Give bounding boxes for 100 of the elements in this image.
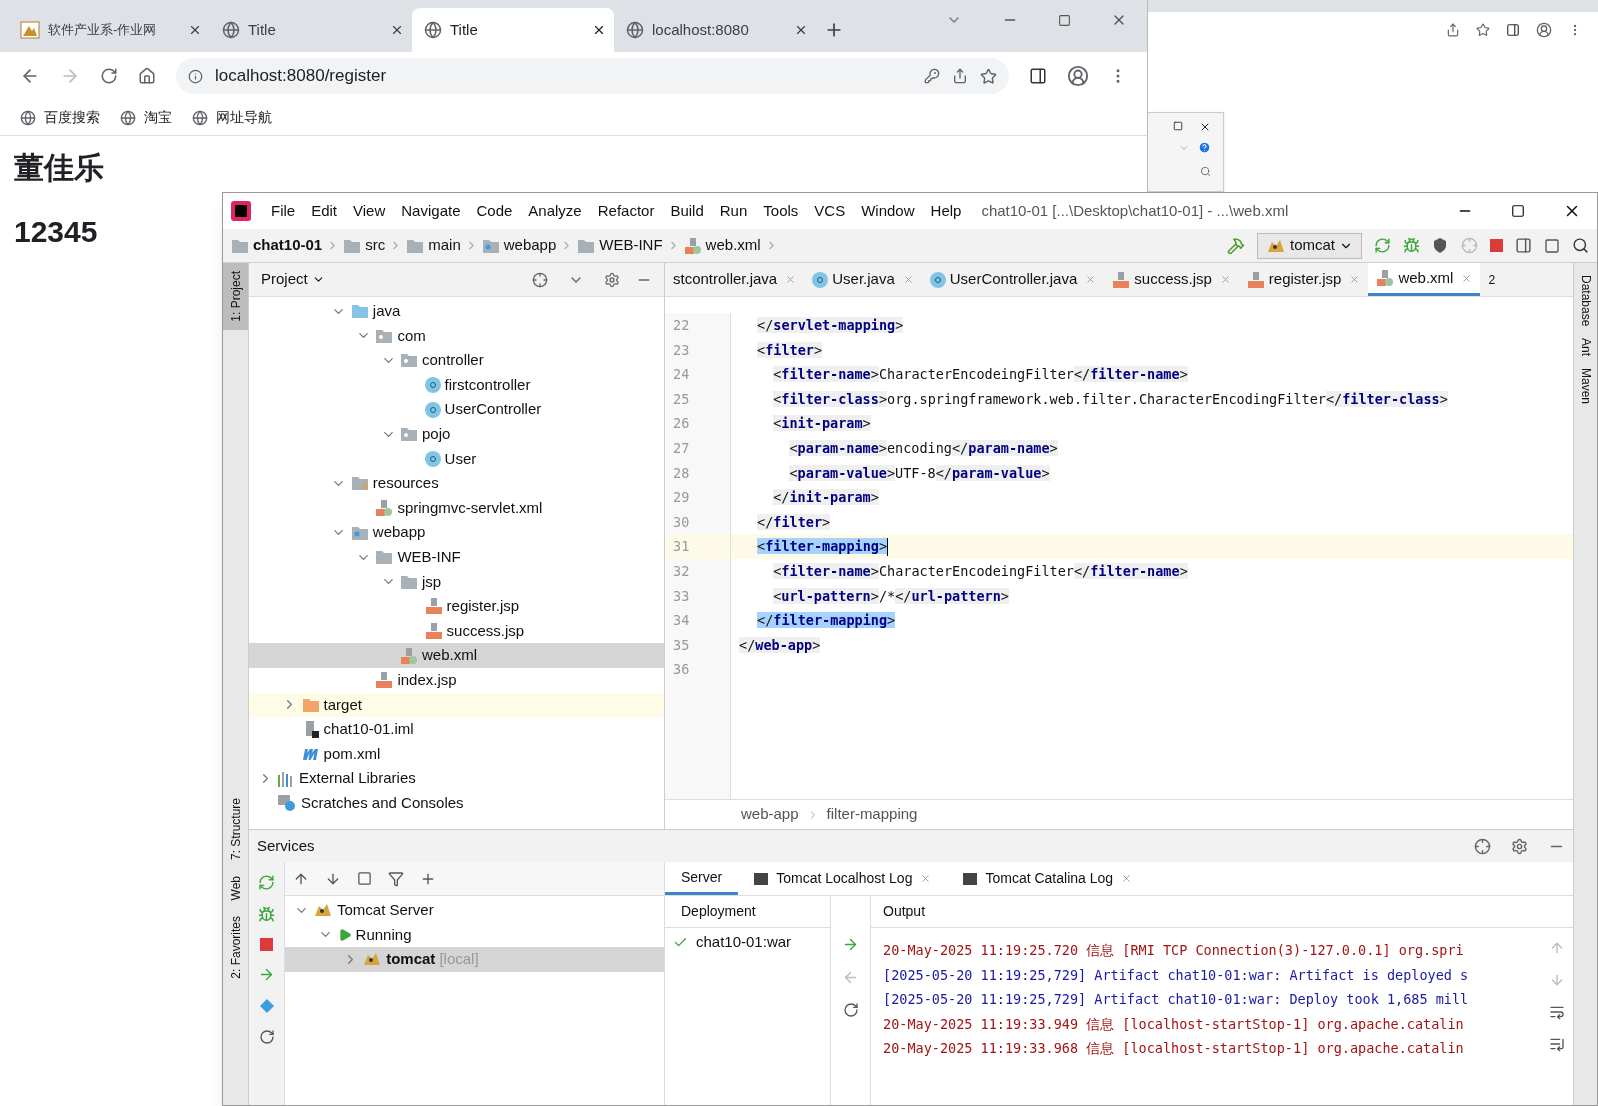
locate-icon[interactable]	[532, 271, 548, 288]
tree-item[interactable]: com	[249, 323, 664, 349]
tree-item[interactable]: pojo	[249, 421, 664, 447]
breadcrumb-item[interactable]: main	[406, 234, 482, 257]
menu-item[interactable]: Navigate	[393, 199, 469, 223]
tree-item[interactable]: success.jsp	[249, 618, 664, 644]
star-icon[interactable]	[980, 67, 997, 85]
close-tab-icon[interactable]	[794, 23, 808, 37]
close-icon[interactable]	[1199, 121, 1211, 133]
breadcrumb-item[interactable]: filter-mapping	[826, 803, 918, 826]
home-icon[interactable]	[138, 67, 156, 85]
scroll-end-icon[interactable]	[1549, 1036, 1565, 1052]
close-tab-icon[interactable]	[592, 23, 606, 37]
breadcrumb-item[interactable]: src	[343, 234, 407, 257]
settings-icon[interactable]	[604, 271, 620, 288]
bookmark-link[interactable]: 淘宝	[120, 107, 172, 128]
tree-item[interactable]: External Libraries	[249, 766, 664, 791]
reload-icon[interactable]	[100, 67, 118, 85]
log-tab[interactable]: Tomcat Catalina Log	[947, 862, 1149, 895]
tree-item[interactable]: chat10-01.iml	[249, 717, 664, 742]
tree-item[interactable]: pom.xml	[249, 741, 664, 767]
tool-window-button[interactable]: Web	[223, 867, 248, 909]
tree-item[interactable]: jsp	[249, 569, 664, 595]
tool-window-button[interactable]: 2: Favorites	[223, 908, 248, 987]
browser-tab[interactable]: localhost:8080	[614, 8, 816, 52]
tool-window-button[interactable]: Maven	[1576, 368, 1595, 405]
menu-item[interactable]: Window	[853, 199, 923, 223]
deployment-item[interactable]: chat10-01:war	[665, 928, 830, 956]
menu-item[interactable]: View	[345, 199, 394, 223]
project-structure-icon[interactable]	[1515, 237, 1532, 254]
tree-item[interactable]: web.xml	[249, 643, 664, 668]
side-panel-icon[interactable]	[1506, 23, 1520, 37]
panel-title[interactable]: Project	[261, 268, 325, 291]
menu-item[interactable]: Build	[662, 199, 712, 223]
tree-item[interactable]: resources	[249, 471, 664, 496]
shield-icon[interactable]	[1432, 237, 1449, 254]
tree-item[interactable]: register.jsp	[249, 594, 664, 619]
search-icon[interactable]	[1572, 237, 1589, 254]
rerun-icon[interactable]	[258, 874, 275, 891]
editor-tab[interactable]: stcontroller.java	[665, 263, 805, 296]
tree-item[interactable]: WEB-INF	[249, 544, 664, 570]
filter-icon[interactable]	[388, 870, 404, 887]
share-icon[interactable]	[1446, 23, 1460, 37]
menu-item[interactable]: Run	[711, 199, 756, 223]
tool-window-button[interactable]: 1: Project	[223, 263, 248, 330]
profile-icon[interactable]	[1536, 22, 1552, 38]
menu-item[interactable]: File	[263, 199, 304, 223]
build-icon[interactable]	[1227, 236, 1245, 255]
maximize-icon[interactable]	[1511, 204, 1525, 218]
tree-item[interactable]: User	[249, 446, 664, 472]
tool-window-button[interactable]: 7: Structure	[223, 789, 248, 868]
deploy-icon[interactable]	[258, 966, 275, 983]
tree-item[interactable]: firstcontroller	[249, 372, 664, 398]
settings-icon[interactable]	[1511, 837, 1528, 855]
editor-tab[interactable]: web.xml	[1368, 263, 1481, 296]
tool-window-button[interactable]: Ant	[1576, 338, 1595, 357]
menu-item[interactable]: Tools	[755, 199, 807, 223]
menu-item[interactable]: Refactor	[589, 199, 663, 223]
bookmark-link[interactable]: 网址导航	[192, 107, 272, 128]
tool-window-button[interactable]: Database	[1576, 275, 1595, 327]
tree-item[interactable]: controller	[249, 348, 664, 373]
menu-item[interactable]: Analyze	[520, 199, 590, 223]
share-icon[interactable]	[952, 68, 968, 84]
debug-icon[interactable]	[258, 906, 275, 923]
locate-icon[interactable]	[1474, 837, 1491, 855]
tree-item[interactable]: UserController	[249, 397, 664, 422]
breadcrumb-item[interactable]: web.xml	[683, 234, 782, 257]
menu-item[interactable]: Help	[922, 199, 970, 223]
tree-item[interactable]: springmvc-servlet.xml	[249, 495, 664, 521]
diamond-icon[interactable]	[258, 998, 275, 1014]
tree-item[interactable]: Tomcat Server	[285, 898, 664, 923]
wrap-icon[interactable]	[1549, 1004, 1565, 1020]
menu-item[interactable]: VCS	[806, 199, 854, 223]
tree-item[interactable]: webapp	[249, 520, 664, 545]
tab-overflow-count[interactable]: 2	[1480, 270, 1504, 289]
tree-item[interactable]: index.jsp	[249, 667, 664, 693]
help-icon[interactable]	[1198, 141, 1211, 154]
tree-item[interactable]: target	[249, 692, 664, 718]
bookmark-link[interactable]: 百度搜索	[20, 107, 100, 128]
maximize-icon[interactable]	[1173, 121, 1183, 131]
refresh-icon[interactable]	[258, 1029, 275, 1045]
maximize-icon[interactable]	[1058, 13, 1071, 27]
editor-tab[interactable]: UserController.java	[921, 263, 1105, 296]
browser-tab[interactable]: Title	[412, 8, 614, 52]
breadcrumb-item[interactable]: chat10-01	[231, 234, 344, 257]
side-panel-icon[interactable]	[1029, 67, 1047, 85]
star-icon[interactable]	[1476, 23, 1490, 37]
menu-item[interactable]: Code	[468, 199, 521, 223]
tree-item[interactable]: tomcat [local]	[285, 947, 664, 972]
browser-tab[interactable]: Title	[210, 8, 412, 52]
run-config-dropdown[interactable]: tomcat	[1257, 232, 1362, 259]
debug-icon[interactable]	[1403, 237, 1420, 254]
refresh-icon[interactable]	[842, 1002, 859, 1018]
breadcrumb-item[interactable]: WEB-INF	[577, 234, 684, 257]
editor-tab[interactable]: User.java	[804, 263, 922, 296]
rerun-icon[interactable]	[1374, 237, 1391, 254]
breadcrumb-item[interactable]: web-app	[741, 803, 819, 826]
group-icon[interactable]	[357, 871, 372, 886]
tree-item[interactable]: java	[249, 299, 664, 324]
terminal-icon[interactable]	[1544, 237, 1560, 254]
